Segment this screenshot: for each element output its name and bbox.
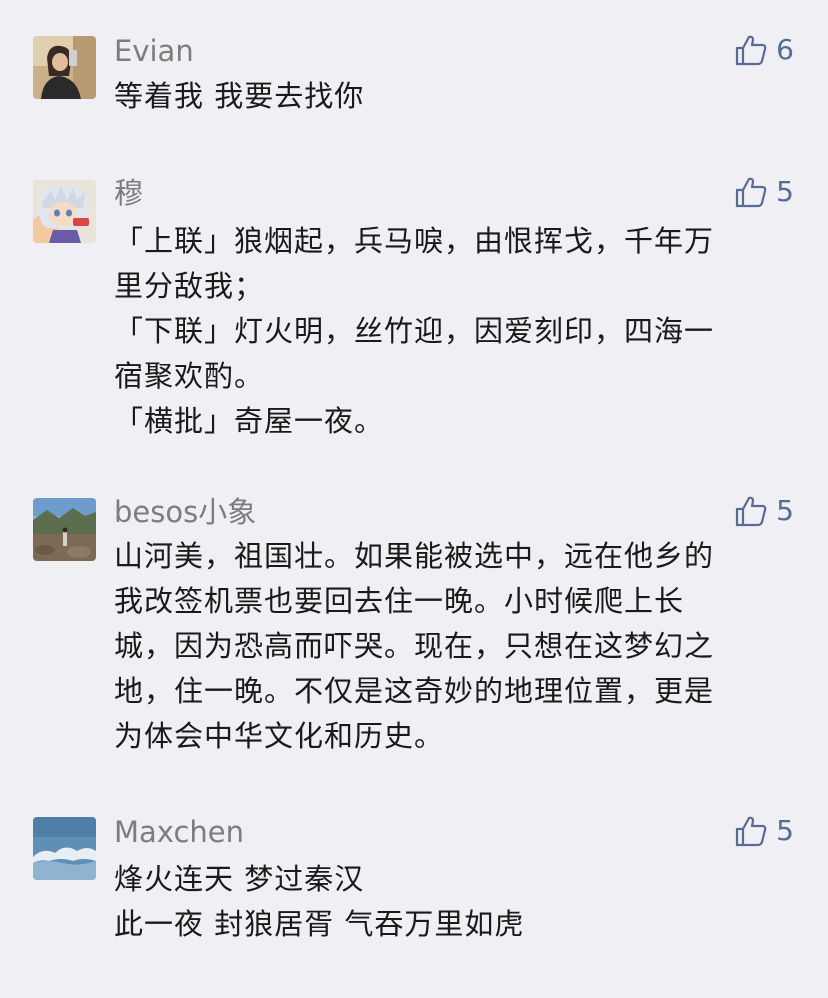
avatar[interactable] bbox=[33, 817, 96, 880]
comment-line: 城，因为恐高而吓哭。现在，只想在这梦幻之 bbox=[114, 629, 715, 663]
comment-text: 山河美，祖国壮。如果能被选中，远在他乡的 我改签机票也要回去住一晚。小时候爬上长… bbox=[114, 534, 794, 759]
comment-text: 「上联」狼烟起，兵马唳，由恨挥戈，千年万 里分敌我； 「下联」灯火明，丝竹迎，因… bbox=[114, 219, 794, 444]
thumbs-up-icon bbox=[736, 177, 767, 208]
comment-line: 为体会中华文化和历史。 bbox=[114, 719, 445, 753]
comment-line: 等着我 我要去找你 bbox=[114, 79, 365, 113]
avatar-image bbox=[33, 817, 96, 880]
thumbs-up-icon bbox=[736, 35, 767, 66]
comment-line: 里分敌我； bbox=[114, 269, 265, 303]
like-button[interactable]: 6 bbox=[734, 30, 794, 70]
comment-item: Evian 6 等着我 我要去找你 bbox=[0, 33, 828, 144]
avatar-image bbox=[33, 36, 96, 99]
comment-line: 我改签机票也要回去住一晚。小时候爬上长 bbox=[114, 584, 685, 618]
like-button[interactable]: 5 bbox=[734, 811, 794, 851]
comment-line: 「横批」奇屋一夜。 bbox=[114, 404, 385, 438]
comment-username[interactable]: Evian bbox=[114, 34, 194, 68]
thumbs-up-icon bbox=[736, 816, 767, 847]
like-count: 5 bbox=[776, 494, 794, 527]
comment-item: Maxchen 5 烽火连天 梦过秦汉 此一夜 封狼居胥 气吞万里如虎 bbox=[0, 814, 828, 955]
comment-line: 地，住一晚。不仅是这奇妙的地理位置，更是 bbox=[114, 674, 715, 708]
like-count: 6 bbox=[776, 33, 794, 66]
comment-line: 烽火连天 梦过秦汉 bbox=[114, 862, 365, 896]
avatar[interactable] bbox=[33, 36, 96, 99]
avatar-image bbox=[33, 180, 96, 243]
like-button[interactable]: 5 bbox=[734, 491, 794, 531]
comment-item: 穆 5 「上联」狼烟起，兵马唳，由恨挥戈，千年万 里分敌我； 「下联」灯火明，丝… bbox=[0, 175, 828, 446]
comment-item: besos小象 5 山河美，祖国壮。如果能被选中，远在他乡的 我改签机票也要回去… bbox=[0, 494, 828, 765]
thumbs-up-icon bbox=[736, 496, 767, 527]
avatar[interactable] bbox=[33, 498, 96, 561]
comment-line: 宿聚欢酌。 bbox=[114, 359, 265, 393]
comment-line: 「上联」狼烟起，兵马唳，由恨挥戈，千年万 bbox=[114, 224, 715, 258]
comment-line: 此一夜 封狼居胥 气吞万里如虎 bbox=[114, 907, 525, 941]
like-count: 5 bbox=[776, 814, 794, 847]
like-count: 5 bbox=[776, 175, 794, 208]
comment-username[interactable]: 穆 bbox=[114, 176, 143, 210]
comment-text: 等着我 我要去找你 bbox=[114, 74, 794, 119]
avatar-image bbox=[33, 498, 96, 561]
like-button[interactable]: 5 bbox=[734, 172, 794, 212]
comment-text: 烽火连天 梦过秦汉 此一夜 封狼居胥 气吞万里如虎 bbox=[114, 857, 794, 947]
comment-username[interactable]: besos小象 bbox=[114, 495, 256, 529]
comment-username[interactable]: Maxchen bbox=[114, 815, 244, 849]
comment-line: 「下联」灯火明，丝竹迎，因爱刻印，四海一 bbox=[114, 314, 715, 348]
avatar[interactable] bbox=[33, 180, 96, 243]
comment-line: 山河美，祖国壮。如果能被选中，远在他乡的 bbox=[114, 539, 715, 573]
